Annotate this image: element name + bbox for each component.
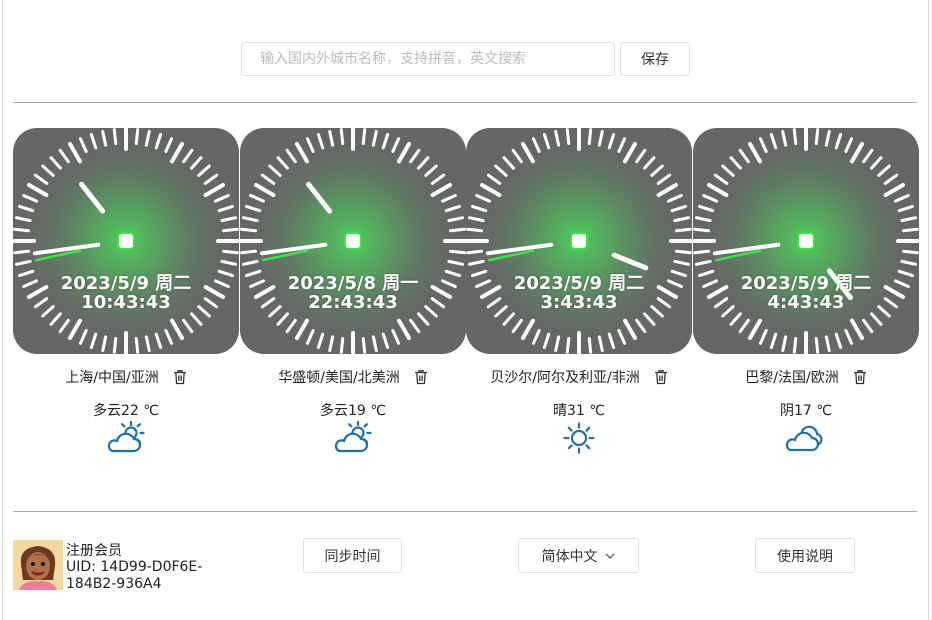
analog-clock — [240, 128, 466, 354]
weather-text: 多云22 ℃ — [93, 403, 159, 419]
clock-card: 2023/5/9 周二 3:43:43 — [466, 128, 692, 354]
help-label: 使用说明 — [777, 548, 833, 565]
clock-center-pin — [797, 232, 815, 250]
city-row: 贝沙尔/阿尔及利亚/非洲 — [466, 366, 692, 388]
clock-card: 2023/5/9 周二 10:43:43 — [13, 128, 239, 354]
clock-tick — [466, 227, 484, 233]
clock-time: 4:43:43 — [767, 292, 845, 313]
clock-tick — [339, 336, 345, 354]
clock-tick — [565, 336, 571, 354]
clock-card: 2023/5/8 周一 22:43:43 — [240, 128, 466, 354]
window-border-left — [2, 0, 3, 620]
clock-time: 10:43:43 — [81, 292, 171, 313]
clock-tick — [112, 336, 118, 354]
clock-center-pin — [570, 232, 588, 250]
help-button[interactable]: 使用说明 — [755, 538, 855, 573]
save-button[interactable]: 保存 — [620, 42, 690, 76]
clock-tick — [814, 128, 820, 146]
trash-icon[interactable] — [173, 369, 187, 385]
clock-tick — [134, 128, 140, 146]
language-select[interactable]: 简体中文 — [518, 538, 639, 573]
clock-tick — [134, 336, 140, 354]
clock-tick — [587, 336, 593, 354]
top-divider — [13, 102, 917, 103]
clock-tick — [792, 128, 798, 146]
trash-icon[interactable] — [414, 369, 428, 385]
city-name: 巴黎/法国/欧洲 — [745, 370, 839, 386]
clock-tick — [361, 128, 367, 146]
bottom-divider — [13, 511, 917, 512]
user-uid: UID: 14D99-D0F6E-184B2-936A4 — [66, 559, 203, 592]
clock-tick — [466, 249, 484, 255]
city-name: 华盛顿/美国/北美洲 — [278, 370, 400, 386]
clock-tick — [901, 249, 919, 255]
clock-card: 2023/5/9 周二 4:43:43 — [693, 128, 919, 354]
analog-clock — [466, 128, 692, 354]
city-search-input[interactable] — [241, 42, 615, 76]
clock-center-pin — [344, 232, 362, 250]
language-label: 简体中文 — [541, 548, 598, 565]
analog-clock — [13, 128, 239, 354]
sunny-icon — [563, 422, 595, 454]
sync-time-label: 同步时间 — [324, 548, 381, 565]
clock-tick — [240, 249, 258, 255]
trash-icon[interactable] — [853, 369, 867, 385]
sync-time-button[interactable]: 同步时间 — [303, 538, 402, 573]
chevron-down-icon — [605, 553, 614, 559]
partly-cloudy-icon — [334, 420, 372, 453]
clock-tick — [448, 249, 466, 255]
weather-text: 阴17 ℃ — [780, 403, 832, 419]
clock-tick — [240, 227, 258, 233]
clock-tick — [13, 249, 31, 255]
city-row: 巴黎/法国/欧洲 — [693, 366, 919, 388]
city-name: 上海/中国/亚洲 — [65, 370, 159, 386]
clock-tick — [221, 227, 239, 233]
member-status: 注册会员 — [66, 543, 122, 559]
clock-tick — [693, 227, 711, 233]
clock-time: 22:43:43 — [308, 292, 398, 313]
city-name: 贝沙尔/阿尔及利亚/非洲 — [490, 370, 640, 386]
cloudy-icon — [785, 425, 823, 452]
window-border-right — [928, 0, 929, 620]
clock-tick — [339, 128, 345, 146]
clock-tick — [565, 128, 571, 146]
clock-tick — [792, 336, 798, 354]
clock-tick — [674, 227, 692, 233]
avatar[interactable] — [13, 540, 63, 590]
clock-tick — [814, 336, 820, 354]
clock-tick — [693, 249, 711, 255]
clock-tick — [587, 128, 593, 146]
clock-tick — [674, 249, 692, 255]
clock-tick — [448, 227, 466, 233]
clock-tick — [13, 227, 31, 233]
clock-tick — [901, 227, 919, 233]
city-row: 华盛顿/美国/北美洲 — [240, 366, 466, 388]
partly-cloudy-icon — [107, 420, 145, 453]
clock-center-pin — [117, 232, 135, 250]
analog-clock — [693, 128, 919, 354]
clock-tick — [221, 249, 239, 255]
weather-text: 晴31 ℃ — [553, 403, 605, 419]
trash-icon[interactable] — [654, 369, 668, 385]
clock-time: 3:43:43 — [540, 292, 618, 313]
clock-tick — [112, 128, 118, 146]
city-row: 上海/中国/亚洲 — [13, 366, 239, 388]
clock-tick — [361, 336, 367, 354]
weather-text: 多云19 ℃ — [320, 403, 386, 419]
